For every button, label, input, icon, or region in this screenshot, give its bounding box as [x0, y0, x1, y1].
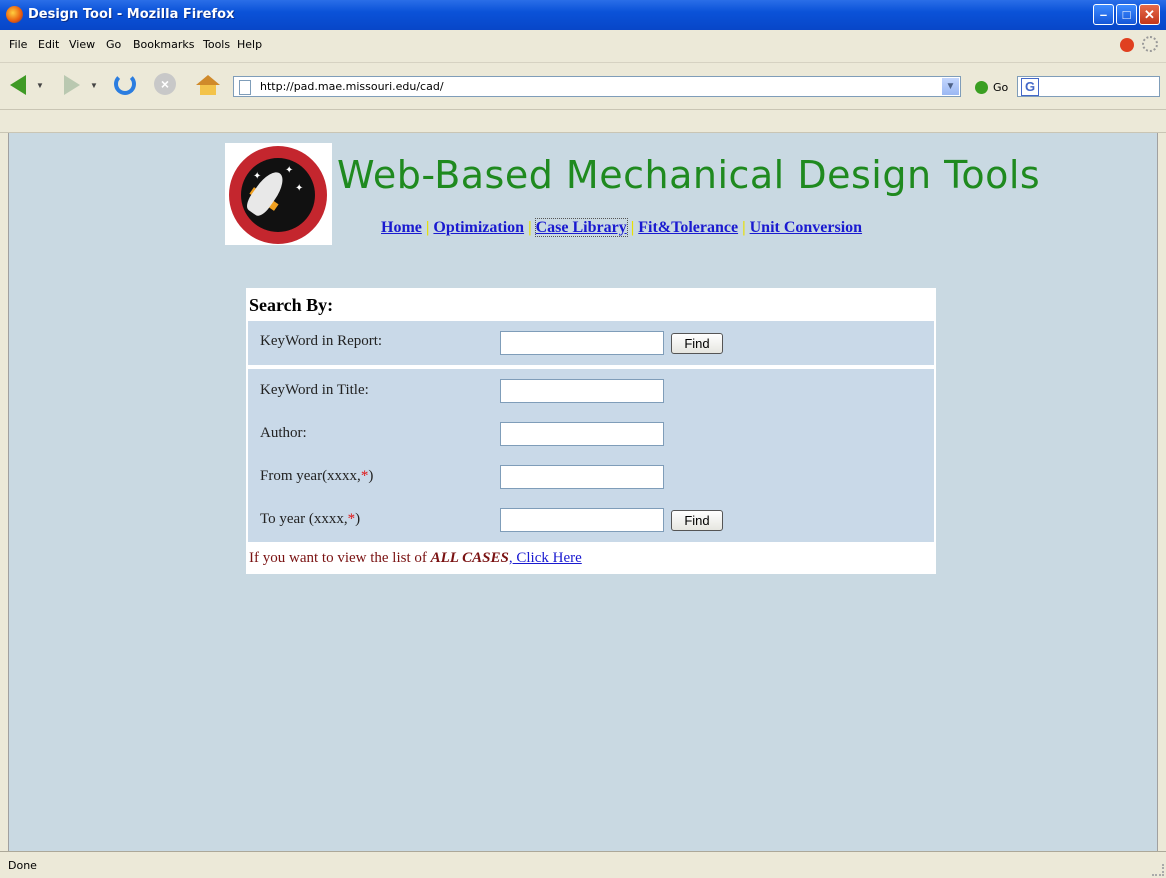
resize-grip[interactable]	[1152, 864, 1164, 876]
forward-dropdown-icon[interactable]: ▼	[90, 81, 98, 90]
google-icon[interactable]: G	[1021, 78, 1039, 96]
to-year-label: To year (xxxx,*)	[260, 511, 361, 527]
nav-home[interactable]: Home	[381, 219, 422, 236]
menu-tools[interactable]: Tools	[203, 38, 230, 51]
window-title: Design Tool - Mozilla Firefox	[28, 7, 235, 22]
starchaser-logo: ✦ ✦ ✦	[225, 143, 332, 245]
back-button[interactable]	[6, 71, 34, 99]
go-icon[interactable]	[975, 81, 988, 94]
url-text: http://pad.mae.missouri.edu/cad/	[260, 80, 444, 93]
url-dropdown-icon[interactable]: ▼	[942, 78, 959, 95]
nav-case-library[interactable]: Case Library	[534, 218, 628, 237]
throbber-icon	[1142, 36, 1158, 52]
bookmarks-toolbar	[0, 110, 1166, 133]
stop-icon: ×	[154, 73, 176, 95]
reload-icon	[114, 73, 136, 95]
keyword-report-label: KeyWord in Report:	[260, 333, 383, 349]
all-cases-row: If you want to view the list of ALL CASE…	[249, 550, 582, 566]
window-titlebar: Design Tool - Mozilla Firefox – □ ✕	[0, 0, 1166, 30]
status-bar: Done	[0, 851, 1166, 878]
keyword-report-input[interactable]	[500, 331, 664, 355]
firefox-icon	[6, 6, 23, 23]
go-button[interactable]: Go	[993, 81, 1008, 94]
home-button[interactable]	[194, 71, 222, 99]
menu-bookmarks[interactable]: Bookmarks	[133, 38, 194, 51]
click-here-link[interactable]: , Click Here	[509, 550, 582, 566]
menu-file[interactable]: File	[9, 38, 27, 51]
search-title: Search By:	[249, 295, 334, 315]
forward-button[interactable]	[58, 71, 86, 99]
home-icon	[196, 75, 220, 85]
author-label: Author:	[260, 425, 307, 441]
maximize-button[interactable]: □	[1116, 4, 1137, 25]
from-year-label: From year(xxxx,*)	[260, 468, 374, 484]
url-bar[interactable]: http://pad.mae.missouri.edu/cad/ ▼	[233, 76, 961, 97]
menu-view[interactable]: View	[69, 38, 95, 51]
nav-optimization[interactable]: Optimization	[433, 219, 524, 236]
back-dropdown-icon[interactable]: ▼	[36, 81, 44, 90]
status-text: Done	[8, 859, 37, 872]
from-year-input[interactable]	[500, 465, 664, 489]
nav-unit-conversion[interactable]: Unit Conversion	[750, 219, 862, 236]
nav-fit-tolerance[interactable]: Fit&Tolerance	[638, 219, 738, 236]
menu-bar: File Edit View Go Bookmarks Tools Help	[0, 30, 1166, 63]
find-advanced-button[interactable]: Find	[671, 510, 723, 531]
keyword-title-label: KeyWord in Title:	[260, 382, 369, 398]
advanced-search-band: KeyWord in Title: Author: From year(xxxx…	[248, 369, 934, 542]
keyword-title-input[interactable]	[500, 379, 664, 403]
author-input[interactable]	[500, 422, 664, 446]
navigation-toolbar: ▼ ▼ × http://pad.mae.missouri.edu/cad/ ▼…	[0, 63, 1166, 110]
menu-edit[interactable]: Edit	[38, 38, 59, 51]
minimize-button[interactable]: –	[1093, 4, 1114, 25]
to-year-input[interactable]	[500, 508, 664, 532]
stop-indicator-icon	[1120, 38, 1134, 52]
page-title: Web-Based Mechanical Design Tools	[337, 153, 1041, 197]
search-input[interactable]: G	[1017, 76, 1160, 97]
report-search-band: KeyWord in Report: Find	[248, 321, 934, 365]
site-nav: Home | Optimization | Case Library | Fit&Toler…	[381, 218, 863, 237]
stop-button[interactable]: ×	[152, 71, 180, 99]
forward-arrow-icon	[64, 75, 80, 95]
menu-go[interactable]: Go	[106, 38, 121, 51]
page-icon	[239, 80, 251, 95]
search-panel: Search By: KeyWord in Report: Find KeyWo…	[246, 288, 936, 574]
reload-button[interactable]	[112, 71, 140, 99]
page-content: ✦ ✦ ✦ Web-Based Mechanical Design Tools …	[8, 133, 1158, 851]
menu-help[interactable]: Help	[237, 38, 262, 51]
close-button[interactable]: ✕	[1139, 4, 1160, 25]
all-cases-emphasis: ALL CASES	[430, 550, 509, 566]
find-report-button[interactable]: Find	[671, 333, 723, 354]
back-arrow-icon	[10, 75, 26, 95]
